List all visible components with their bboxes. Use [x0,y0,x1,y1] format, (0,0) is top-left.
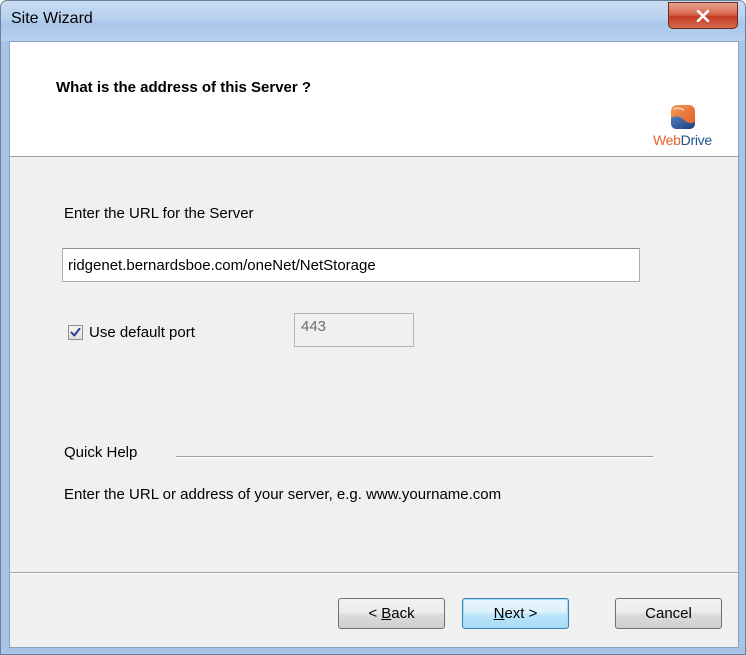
close-icon [696,9,710,22]
quick-help-text: Enter the URL or address of your server,… [64,486,502,503]
footer-divider [10,572,738,574]
port-input: 443 [294,313,414,347]
wizard-header: What is the address of this Server ? Web… [10,42,738,157]
close-button[interactable] [668,2,738,29]
window-title: Site Wizard [11,10,93,27]
url-input[interactable] [62,248,640,282]
site-wizard-window: Site Wizard What is the address of this … [0,0,746,655]
quick-help-label: Quick Help [64,444,138,461]
use-default-port-checkbox[interactable] [68,324,83,340]
url-label: Enter the URL for the Server [64,205,254,222]
wizard-client-area: What is the address of this Server ? Web… [9,41,739,648]
checkmark-icon [70,327,81,336]
page-title: What is the address of this Server ? [56,79,312,96]
use-default-port-row[interactable]: Use default port [68,322,195,342]
cancel-button[interactable]: Cancel [615,598,722,629]
webdrive-logo-text: WebDrive [653,132,712,148]
webdrive-logo-icon [671,105,695,129]
back-button[interactable]: < Back [338,598,445,629]
use-default-port-label[interactable]: Use default port [89,324,195,341]
next-button[interactable]: Next > [462,598,569,629]
webdrive-logo: WebDrive [653,104,733,154]
title-bar[interactable]: Site Wizard [1,1,745,41]
quick-help-divider [176,456,653,458]
